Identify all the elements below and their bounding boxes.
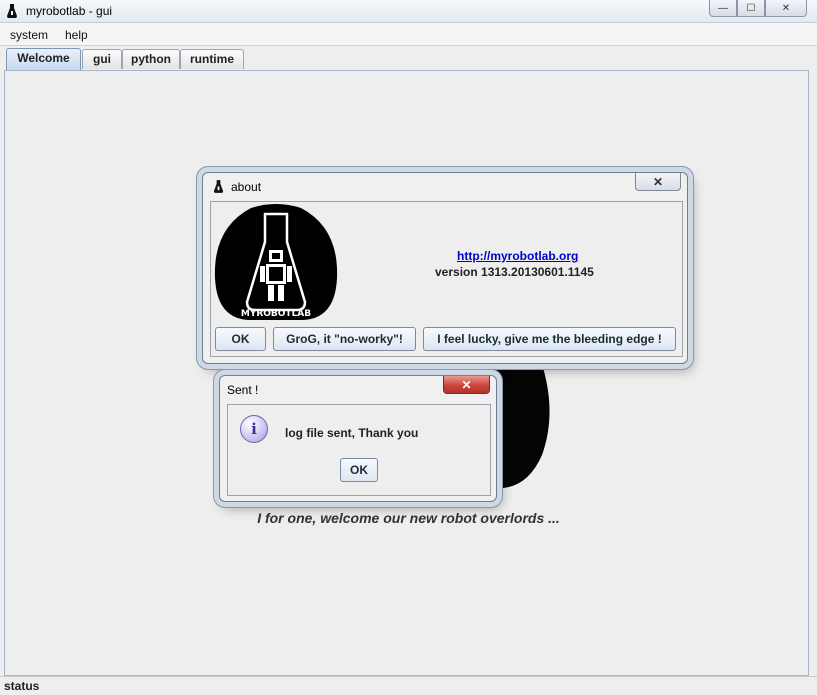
tab-welcome[interactable]: Welcome — [6, 48, 81, 70]
menu-system[interactable]: system — [10, 28, 48, 42]
maximize-button[interactable]: ☐ — [737, 0, 765, 17]
about-content: MYROBOTLAB http://myrobotlab.org version… — [210, 201, 683, 357]
myrobotlab-logo: MYROBOTLAB — [214, 204, 338, 320]
close-icon: ✕ — [461, 377, 472, 392]
version-label: version 1313.20130601.1145 — [435, 265, 594, 279]
sent-content: i log file sent, Thank you OK — [227, 404, 491, 496]
tab-python[interactable]: python — [122, 49, 180, 69]
about-dialog: about ✕ MYROBOTLAB http://myrobotlab.org… — [202, 172, 688, 364]
minimize-icon: — — [718, 2, 728, 14]
website-link[interactable]: http://myrobotlab.org — [457, 249, 578, 263]
close-icon: ✕ — [781, 2, 791, 14]
menu-bar: system help — [0, 23, 817, 46]
about-ok-button[interactable]: OK — [215, 327, 266, 351]
window-titlebar: myrobotlab - gui — ☐ ✕ — [0, 0, 817, 23]
logo-text: MYROBOTLAB — [241, 309, 311, 319]
info-icon: i — [240, 415, 268, 443]
sent-ok-button[interactable]: OK — [340, 458, 378, 482]
sent-close-button[interactable]: ✕ — [443, 376, 490, 394]
sent-dialog: Sent ! ✕ i log file sent, Thank you OK — [219, 375, 497, 502]
bleeding-edge-button[interactable]: I feel lucky, give me the bleeding edge … — [423, 327, 676, 351]
maximize-icon: ☐ — [746, 2, 756, 14]
robot-flask-icon — [213, 180, 224, 193]
status-label: status — [4, 679, 40, 693]
window-controls: — ☐ ✕ — [709, 0, 807, 18]
close-icon: ✕ — [652, 174, 664, 189]
tab-gui[interactable]: gui — [82, 49, 122, 69]
sent-dialog-title: Sent ! — [227, 383, 259, 397]
welcome-tagline: I for one, welcome our new robot overlor… — [257, 510, 560, 526]
minimize-button[interactable]: — — [709, 0, 737, 17]
close-button[interactable]: ✕ — [765, 0, 807, 17]
tab-runtime[interactable]: runtime — [180, 49, 244, 69]
sent-message: log file sent, Thank you — [285, 426, 419, 440]
no-worky-button[interactable]: GroG, it "no-worky"! — [273, 327, 416, 351]
status-bar: status — [0, 676, 817, 695]
about-close-button[interactable]: ✕ — [635, 173, 681, 191]
robot-flask-icon — [7, 4, 17, 18]
menu-help[interactable]: help — [65, 28, 88, 42]
about-dialog-title: about — [231, 180, 262, 194]
window-title: myrobotlab - gui — [26, 4, 113, 18]
